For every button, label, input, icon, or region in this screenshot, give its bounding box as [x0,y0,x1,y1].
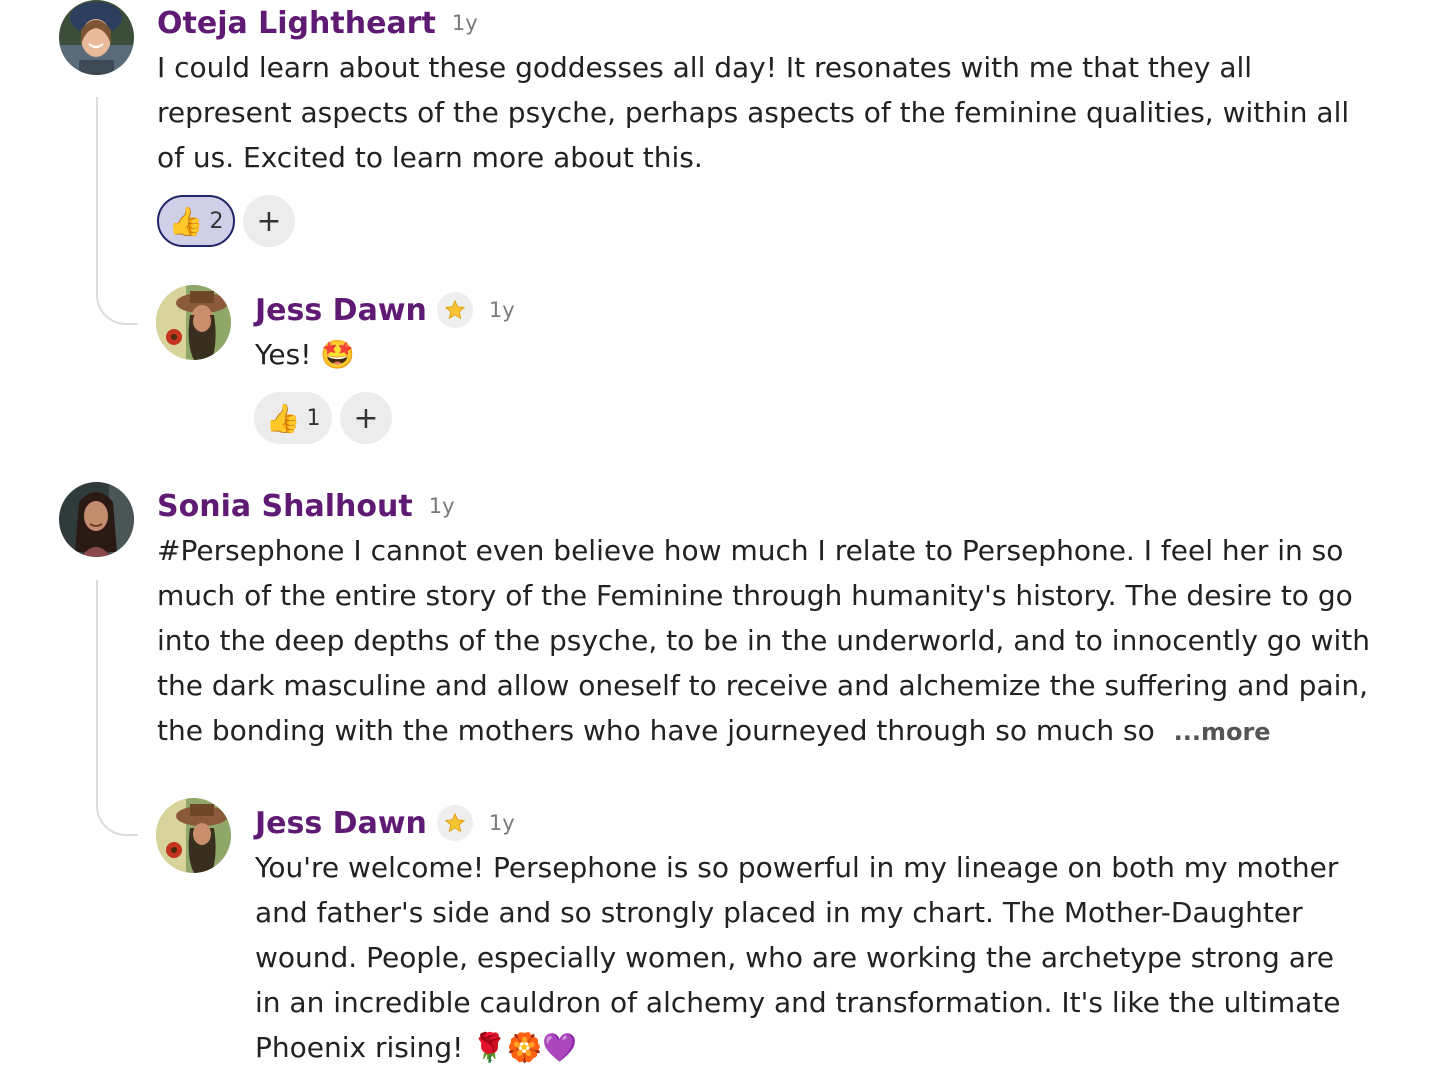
comment-line: I could learn about these goddesses all … [157,51,1253,84]
author-name[interactable]: Jess Dawn [255,806,427,841]
rose-flower-heart-emoji: 🌹🏵️💜 [472,1031,577,1064]
author-name[interactable]: Sonia Shalhout [157,489,413,524]
star-icon-shape [444,299,466,320]
comment-line: You're welcome! Persephone is so powerfu… [255,851,1339,884]
avatar-image [59,0,134,75]
author-name[interactable]: Oteja Lightheart [157,6,436,41]
comment-text: Yes! [255,338,312,371]
comment-header: Jess Dawn 1y [255,290,515,330]
avatar-jess-dawn[interactable] [156,285,231,360]
comment-body: #Persephone I cannot even believe how mu… [157,528,1370,753]
avatar-jess-dawn[interactable] [156,798,231,873]
reaction-count: 2 [209,208,224,234]
thumbs-up-reaction-button[interactable]: 👍 1 [254,392,332,444]
reaction-count: 1 [306,405,321,431]
avatar-image [59,482,134,557]
comment-line: and father's side and so strongly placed… [255,896,1303,929]
avatar-sonia[interactable] [59,482,134,557]
read-more-link[interactable]: ...more [1174,718,1271,746]
author-name[interactable]: Jess Dawn [255,293,427,328]
comment-line: Yes! 🤩 [255,332,355,377]
thread-connector [96,97,138,325]
thumbs-up-icon: 👍 [265,401,301,435]
comment-text: the bonding with the mothers who have jo… [157,714,1155,747]
comment-header: Sonia Shalhout 1y [157,486,455,526]
comment-line: wound. People, especially women, who are… [255,941,1335,974]
comment-line: of us. Excited to learn more about this. [157,141,703,174]
timestamp[interactable]: 1y [429,494,455,518]
avatar-image [156,285,231,360]
comment-line: Phoenix rising! 🌹🏵️💜 [255,1025,1341,1070]
thumbs-up-icon: 👍 [168,204,204,238]
timestamp[interactable]: 1y [489,298,515,322]
comment-text: Phoenix rising! [255,1031,464,1064]
star-icon [436,292,473,328]
reaction-bar: 👍 2 + [157,195,295,247]
comment-line: in an incredible cauldron of alchemy and… [255,986,1341,1019]
comment-body: You're welcome! Persephone is so powerfu… [255,845,1341,1070]
star-icon-shape [444,812,466,833]
comment-line: much of the entire story of the Feminine… [157,579,1353,612]
comment-line: #Persephone I cannot even believe how mu… [157,534,1344,567]
comment-body: Yes! 🤩 [255,332,355,377]
comment-line: the dark masculine and allow oneself to … [157,669,1369,702]
comment-thread: Oteja Lightheart 1y I could learn about … [0,0,1445,1084]
timestamp[interactable]: 1y [452,11,478,35]
comment-header: Jess Dawn 1y [255,803,515,843]
avatar-image [156,798,231,873]
star-struck-emoji: 🤩 [320,338,356,371]
thumbs-up-reaction-button[interactable]: 👍 2 [157,195,235,247]
comment-header: Oteja Lightheart 1y [157,3,478,43]
timestamp[interactable]: 1y [489,811,515,835]
add-reaction-button[interactable]: + [243,195,295,247]
avatar-oteja[interactable] [59,0,134,75]
comment-body: I could learn about these goddesses all … [157,45,1349,180]
comment-line: into the deep depths of the psyche, to b… [157,624,1370,657]
comment-line: represent aspects of the psyche, perhaps… [157,96,1350,129]
add-reaction-button[interactable]: + [340,392,392,444]
comment-line: the bonding with the mothers who have jo… [157,708,1370,753]
reaction-bar: 👍 1 + [254,392,392,444]
thread-connector [96,580,138,836]
star-icon [436,805,473,841]
